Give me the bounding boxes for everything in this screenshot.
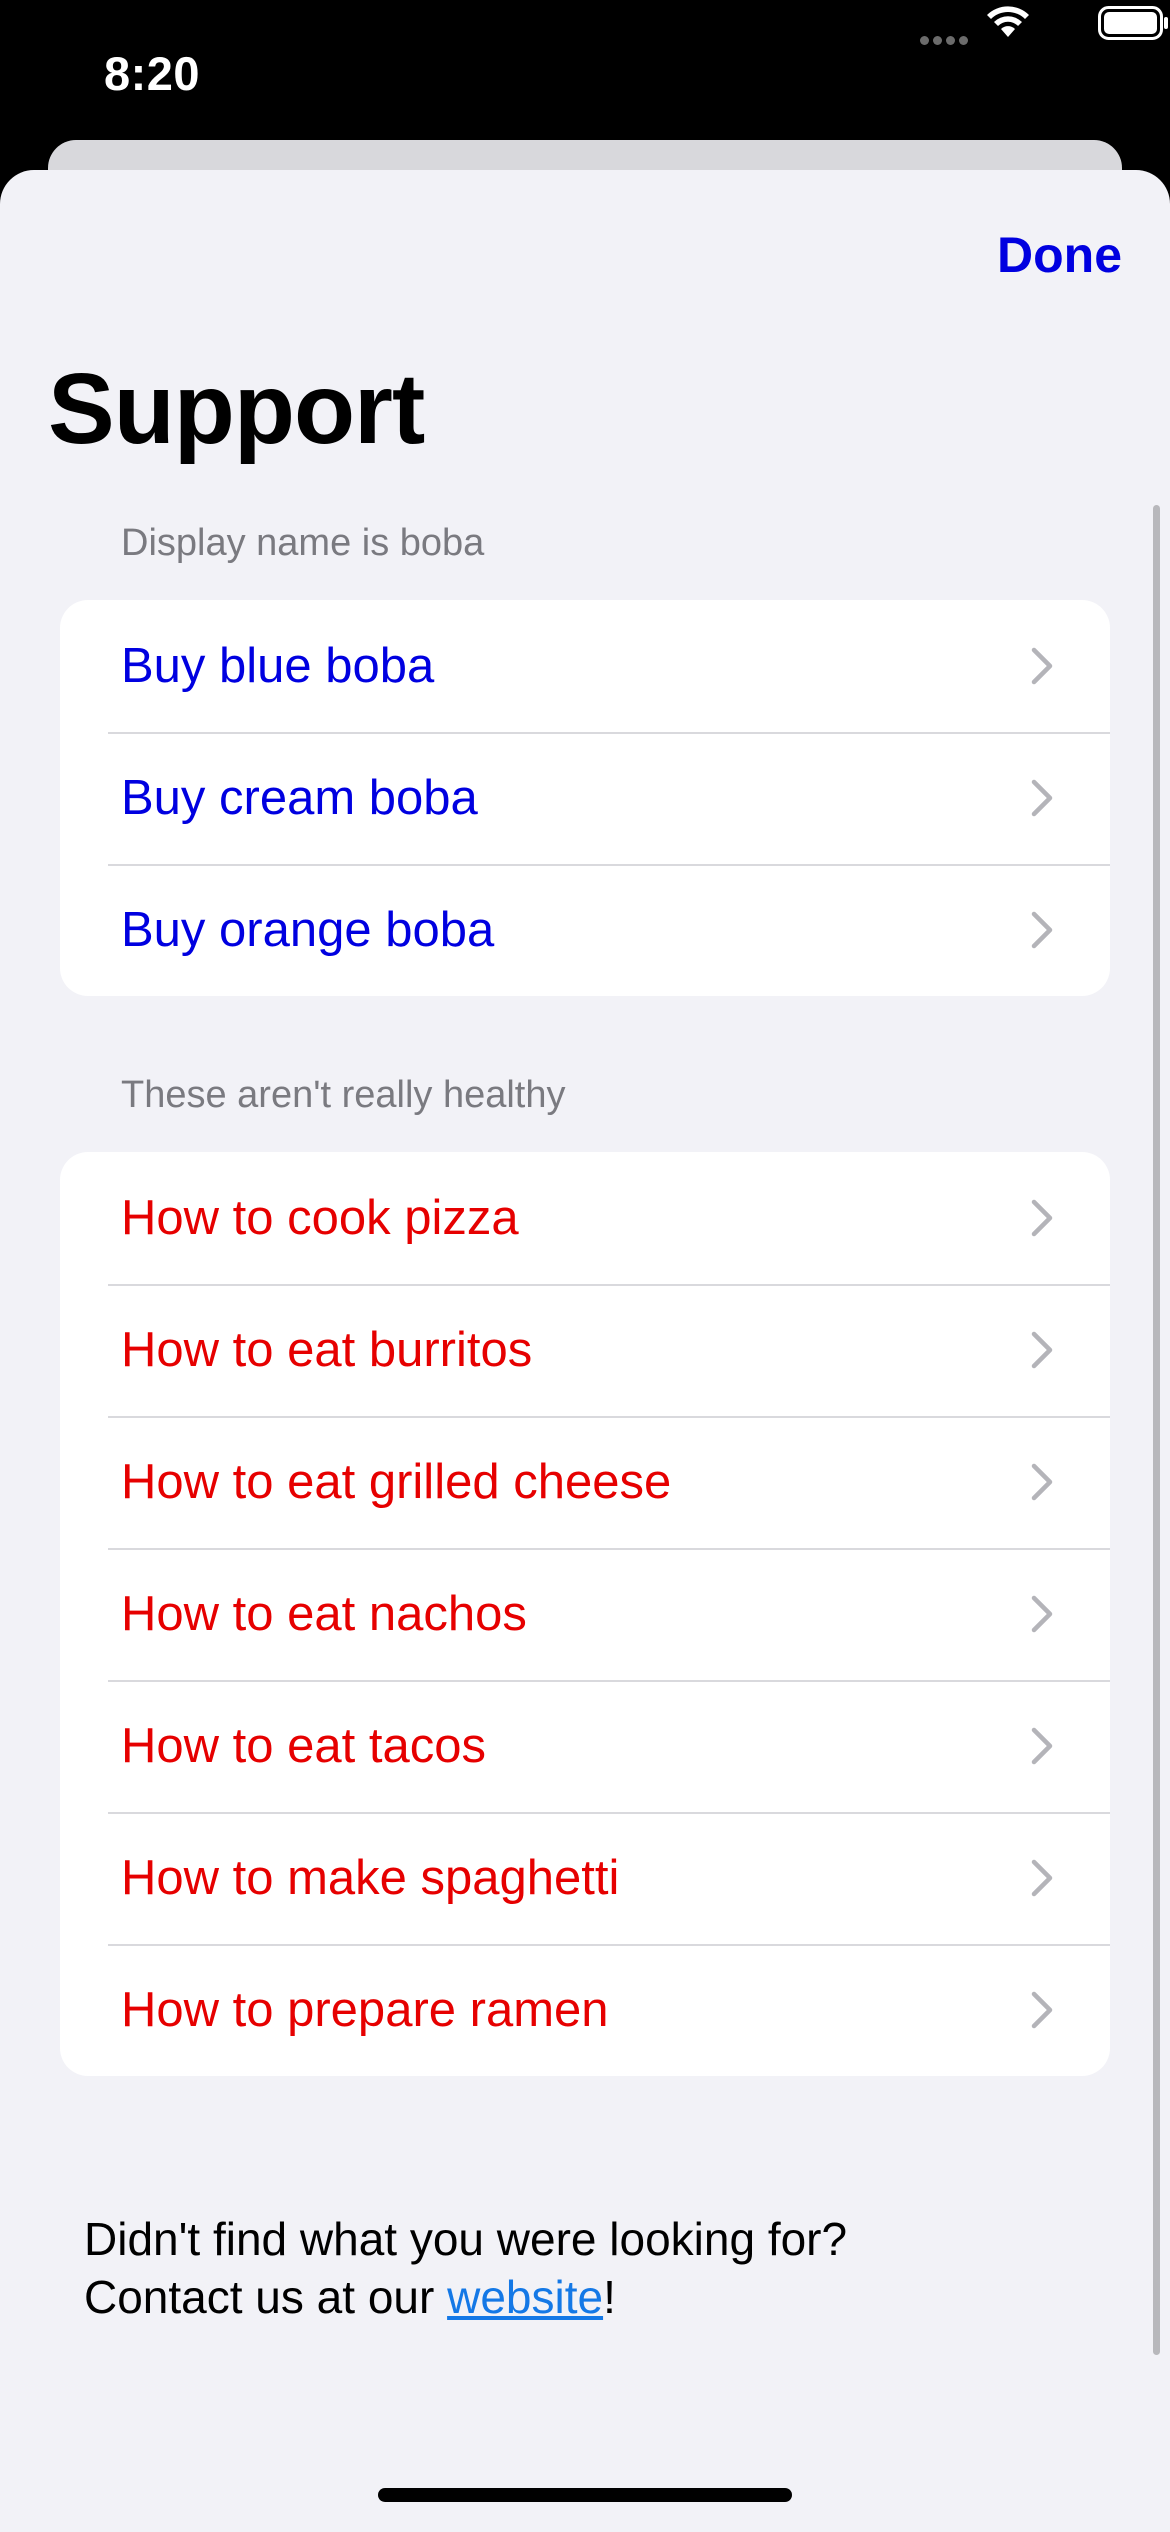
done-button[interactable]: Done — [997, 226, 1122, 284]
chevron-right-icon — [1031, 1331, 1053, 1369]
list-item-label: How to eat nachos — [121, 1587, 527, 1641]
cellular-signal-icon — [920, 32, 972, 50]
list-item-label: Buy cream boba — [121, 771, 478, 825]
footer-suffix: ! — [603, 2271, 616, 2323]
chevron-right-icon — [1031, 911, 1053, 949]
chevron-right-icon — [1031, 1199, 1053, 1237]
list-item-label: How to prepare ramen — [121, 1983, 609, 2037]
footer-prefix: Contact us at our — [84, 2271, 448, 2323]
list-item-label: Buy orange boba — [121, 903, 495, 957]
chevron-right-icon — [1031, 1595, 1053, 1633]
footer-text: Didn't find what you were looking for? C… — [84, 2210, 847, 2326]
list-item[interactable]: How to eat grilled cheese — [60, 1416, 1110, 1548]
food-list: How to cook pizza How to eat burritos Ho… — [60, 1152, 1110, 2076]
page-title: Support — [48, 353, 425, 465]
status-time: 8:20 — [104, 47, 201, 100]
list-item[interactable]: How to eat burritos — [60, 1284, 1110, 1416]
list-item[interactable]: How to eat tacos — [60, 1680, 1110, 1812]
list-item[interactable]: How to eat nachos — [60, 1548, 1110, 1680]
chevron-right-icon — [1031, 647, 1053, 685]
chevron-right-icon — [1031, 1727, 1053, 1765]
support-sheet: Done Support Display name is boba Buy bl… — [0, 170, 1170, 2532]
list-item-label: How to eat burritos — [121, 1323, 533, 1377]
list-item[interactable]: Buy blue boba — [60, 600, 1110, 732]
section-header-boba: Display name is boba — [121, 522, 485, 564]
list-item[interactable]: Buy cream boba — [60, 732, 1110, 864]
status-bar: 8:20 — [0, 0, 1170, 140]
chevron-right-icon — [1031, 1463, 1053, 1501]
list-item-label: Buy blue boba — [121, 639, 435, 693]
battery-icon — [1098, 6, 1168, 40]
chevron-right-icon — [1031, 779, 1053, 817]
boba-list: Buy blue boba Buy cream boba Buy orange … — [60, 600, 1110, 996]
wifi-icon — [987, 6, 1029, 37]
list-item[interactable]: How to make spaghetti — [60, 1812, 1110, 1944]
scroll-indicator[interactable] — [1153, 505, 1160, 2355]
chevron-right-icon — [1031, 1991, 1053, 2029]
list-item[interactable]: Buy orange boba — [60, 864, 1110, 996]
home-indicator[interactable] — [378, 2488, 792, 2502]
footer-line-2: Contact us at our website! — [84, 2268, 847, 2326]
list-item-label: How to eat tacos — [121, 1719, 486, 1773]
list-item[interactable]: How to cook pizza — [60, 1152, 1110, 1284]
section-header-healthy: These aren't really healthy — [121, 1074, 566, 1116]
list-item-label: How to cook pizza — [121, 1191, 519, 1245]
list-item-label: How to eat grilled cheese — [121, 1455, 672, 1509]
chevron-right-icon — [1031, 1859, 1053, 1897]
list-item-label: How to make spaghetti — [121, 1851, 620, 1905]
website-link[interactable]: website — [447, 2271, 603, 2323]
list-item[interactable]: How to prepare ramen — [60, 1944, 1110, 2076]
footer-line-1: Didn't find what you were looking for? — [84, 2213, 848, 2265]
